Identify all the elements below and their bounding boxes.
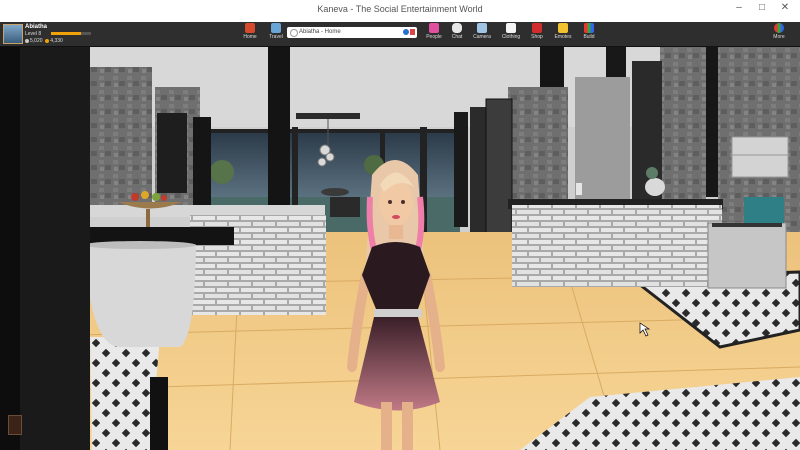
nav-clothing[interactable]: Clothing	[498, 23, 524, 45]
build-icon	[584, 23, 594, 33]
location-icon	[290, 29, 298, 37]
level-label: Level 8	[25, 31, 42, 37]
username: Abiatha	[25, 24, 48, 30]
location-text: Abiatha - Home	[299, 29, 341, 35]
bookmark-icon[interactable]	[410, 29, 415, 35]
clothing-icon	[506, 23, 516, 33]
travel-icon	[271, 23, 281, 33]
nav-travel[interactable]: Travel	[263, 23, 289, 45]
home-icon	[245, 23, 255, 33]
nav-chat[interactable]: Chat	[444, 23, 470, 45]
rewards-icon	[45, 38, 50, 43]
credits-value: 5,020	[30, 38, 43, 44]
camera-icon	[477, 23, 487, 33]
toolbar: Abiatha Level 8 5,020 4,330 Home Travel …	[0, 22, 800, 47]
currency-display: 5,020 4,330	[25, 38, 63, 44]
avatar[interactable]	[3, 24, 23, 44]
xp-bar	[51, 32, 91, 35]
shop-icon	[532, 23, 542, 33]
emotes-icon	[558, 23, 568, 33]
nav-build[interactable]: Build	[576, 23, 602, 45]
nav-shop[interactable]: Shop	[524, 23, 550, 45]
credits-icon	[25, 38, 29, 43]
minimize-button[interactable]: –	[728, 0, 750, 16]
nav-emotes[interactable]: Emotes	[550, 23, 576, 45]
chat-toggle-icon[interactable]	[8, 415, 22, 435]
chat-icon	[452, 23, 462, 33]
nav-more[interactable]: More	[766, 23, 792, 45]
people-icon	[429, 23, 439, 33]
close-button[interactable]: ✕	[774, 0, 796, 16]
game-viewport[interactable]	[0, 47, 800, 450]
location-bar[interactable]: Abiatha - Home	[287, 27, 417, 38]
maximize-button[interactable]: □	[751, 0, 773, 16]
nav-home[interactable]: Home	[237, 23, 263, 45]
game-window: Kaneva - The Social Entertainment World …	[0, 0, 800, 450]
window-title: Kaneva - The Social Entertainment World	[317, 4, 483, 14]
rewards-value: 4,330	[50, 38, 63, 44]
info-icon[interactable]	[403, 29, 409, 35]
more-icon	[774, 23, 784, 33]
scene-render	[0, 47, 800, 450]
xp-bar-fill	[51, 32, 81, 35]
title-bar: Kaneva - The Social Entertainment World …	[0, 0, 800, 23]
nav-camera[interactable]: Camera	[469, 23, 495, 45]
